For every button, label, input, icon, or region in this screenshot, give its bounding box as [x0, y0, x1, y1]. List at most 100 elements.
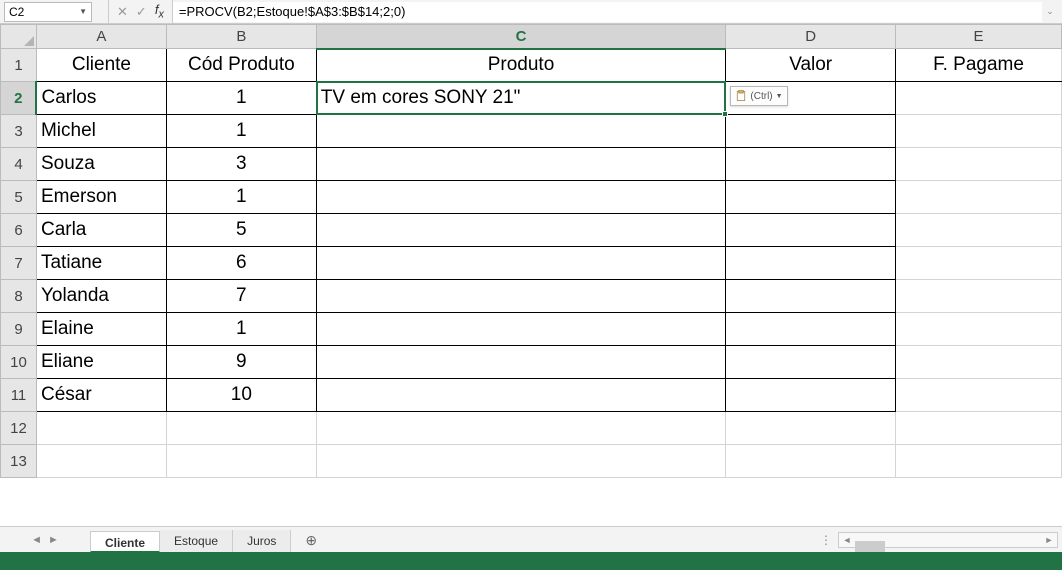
cell-B12[interactable]: [166, 412, 316, 445]
cell-B1[interactable]: Cód Produto: [166, 49, 316, 82]
cell-D1[interactable]: Valor: [726, 49, 896, 82]
cell-A11[interactable]: César: [36, 379, 166, 412]
sheet-tab-juros[interactable]: Juros: [233, 530, 291, 552]
cell-D6[interactable]: [726, 214, 896, 247]
row-header-3[interactable]: 3: [1, 115, 37, 148]
tab-nav-prev-icon[interactable]: ◄: [31, 534, 42, 546]
hscroll-left-icon[interactable]: ◄: [839, 535, 855, 545]
cell-A13[interactable]: [36, 445, 166, 478]
cell-A10[interactable]: Eliane: [36, 346, 166, 379]
cell-C9[interactable]: [316, 313, 726, 346]
cell-A12[interactable]: [36, 412, 166, 445]
col-header-C[interactable]: C: [316, 25, 726, 49]
cell-D13[interactable]: [726, 445, 896, 478]
accept-formula-icon[interactable]: ✓: [136, 4, 147, 20]
cell-C5[interactable]: [316, 181, 726, 214]
cell-A1[interactable]: Cliente: [36, 49, 166, 82]
cell-D5[interactable]: [726, 181, 896, 214]
cell-D12[interactable]: [726, 412, 896, 445]
cell-A3[interactable]: Michel: [36, 115, 166, 148]
cell-A5[interactable]: Emerson: [36, 181, 166, 214]
cell-E6[interactable]: [896, 214, 1062, 247]
select-all-corner[interactable]: [1, 25, 37, 49]
cell-D11[interactable]: [726, 379, 896, 412]
cell-A7[interactable]: Tatiane: [36, 247, 166, 280]
row-header-2[interactable]: 2: [1, 82, 37, 115]
cell-B13[interactable]: [166, 445, 316, 478]
fill-handle[interactable]: [722, 111, 728, 117]
new-sheet-button[interactable]: ⊕: [291, 529, 331, 551]
row-header-5[interactable]: 5: [1, 181, 37, 214]
sheet-tab-estoque[interactable]: Estoque: [160, 530, 233, 552]
cell-C10[interactable]: [316, 346, 726, 379]
cancel-formula-icon[interactable]: ✕: [117, 4, 128, 20]
hscroll-right-icon[interactable]: ►: [1041, 535, 1057, 545]
col-header-B[interactable]: B: [166, 25, 316, 49]
cell-A2[interactable]: Carlos: [36, 82, 166, 115]
cell-E3[interactable]: [896, 115, 1062, 148]
cell-B7[interactable]: 6: [166, 247, 316, 280]
expand-formula-bar-icon[interactable]: ⌄: [1042, 6, 1058, 17]
cell-E5[interactable]: [896, 181, 1062, 214]
cell-D8[interactable]: [726, 280, 896, 313]
spreadsheet-grid[interactable]: A B C D E 1 Cliente Cód Produto Produto …: [0, 24, 1062, 526]
tab-nav-next-icon[interactable]: ►: [48, 534, 59, 546]
cell-A6[interactable]: Carla: [36, 214, 166, 247]
col-header-E[interactable]: E: [896, 25, 1062, 49]
cell-E10[interactable]: [896, 346, 1062, 379]
cell-E9[interactable]: [896, 313, 1062, 346]
cell-B10[interactable]: 9: [166, 346, 316, 379]
cell-B5[interactable]: 1: [166, 181, 316, 214]
row-header-4[interactable]: 4: [1, 148, 37, 181]
cell-B6[interactable]: 5: [166, 214, 316, 247]
formula-input[interactable]: [173, 2, 1042, 22]
hscroll-thumb[interactable]: [855, 541, 885, 553]
cell-C8[interactable]: [316, 280, 726, 313]
cell-C4[interactable]: [316, 148, 726, 181]
cell-E11[interactable]: [896, 379, 1062, 412]
cell-B9[interactable]: 1: [166, 313, 316, 346]
cell-E13[interactable]: [896, 445, 1062, 478]
row-header-6[interactable]: 6: [1, 214, 37, 247]
row-header-12[interactable]: 12: [1, 412, 37, 445]
cell-C3[interactable]: [316, 115, 726, 148]
cell-C13[interactable]: [316, 445, 726, 478]
row-header-11[interactable]: 11: [1, 379, 37, 412]
paste-options-button[interactable]: (Ctrl) ▼: [730, 86, 788, 106]
row-header-13[interactable]: 13: [1, 445, 37, 478]
cell-E4[interactable]: [896, 148, 1062, 181]
name-box-dropdown-icon[interactable]: ▼: [79, 7, 87, 16]
cell-B8[interactable]: 7: [166, 280, 316, 313]
cell-E2[interactable]: [896, 82, 1062, 115]
row-header-10[interactable]: 10: [1, 346, 37, 379]
horizontal-scrollbar[interactable]: ◄ ►: [838, 532, 1058, 548]
col-header-A[interactable]: A: [36, 25, 166, 49]
cell-C12[interactable]: [316, 412, 726, 445]
cell-E8[interactable]: [896, 280, 1062, 313]
cell-A9[interactable]: Elaine: [36, 313, 166, 346]
cell-C2[interactable]: TV em cores SONY 21": [316, 82, 726, 115]
insert-function-icon[interactable]: fx: [155, 2, 164, 21]
cell-E1[interactable]: F. Pagame: [896, 49, 1062, 82]
cell-D10[interactable]: [726, 346, 896, 379]
cell-A4[interactable]: Souza: [36, 148, 166, 181]
cell-E7[interactable]: [896, 247, 1062, 280]
sheet-tab-cliente[interactable]: Cliente: [90, 531, 160, 553]
cell-E12[interactable]: [896, 412, 1062, 445]
cell-B2[interactable]: 1: [166, 82, 316, 115]
row-header-7[interactable]: 7: [1, 247, 37, 280]
cell-B11[interactable]: 10: [166, 379, 316, 412]
row-header-1[interactable]: 1: [1, 49, 37, 82]
cell-B3[interactable]: 1: [166, 115, 316, 148]
cell-B4[interactable]: 3: [166, 148, 316, 181]
cell-C6[interactable]: [316, 214, 726, 247]
cell-D3[interactable]: [726, 115, 896, 148]
cell-D9[interactable]: [726, 313, 896, 346]
cell-C1[interactable]: Produto: [316, 49, 726, 82]
cell-D4[interactable]: [726, 148, 896, 181]
row-header-9[interactable]: 9: [1, 313, 37, 346]
cell-C7[interactable]: [316, 247, 726, 280]
col-header-D[interactable]: D: [726, 25, 896, 49]
cell-D7[interactable]: [726, 247, 896, 280]
cell-C11[interactable]: [316, 379, 726, 412]
